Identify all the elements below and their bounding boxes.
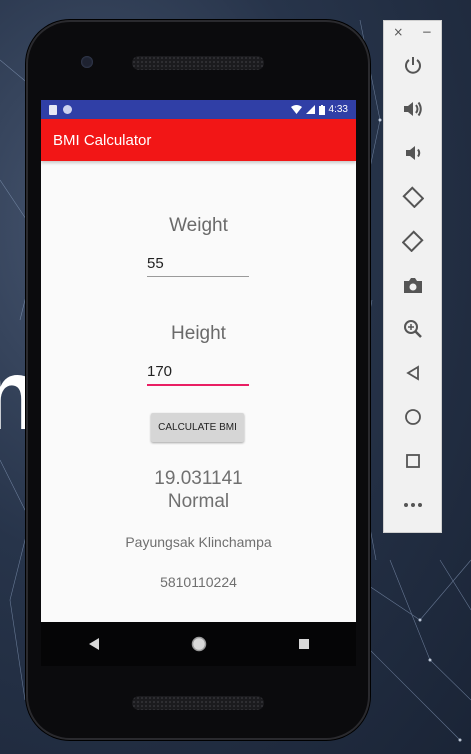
wifi-icon <box>290 105 302 114</box>
main-content: Weight Height CALCULATE BMI 19.031141 No… <box>41 161 356 622</box>
more-button[interactable] <box>384 483 441 527</box>
phone-frame: 4:33 BMI Calculator Weight Height CALCUL… <box>26 20 370 740</box>
height-input[interactable] <box>147 360 249 386</box>
calculate-bmi-button[interactable]: CALCULATE BMI <box>151 413 244 442</box>
app-bar: BMI Calculator <box>41 119 356 161</box>
back-icon <box>405 365 419 381</box>
back-triangle-icon <box>88 638 99 650</box>
student-id: 5810110224 <box>160 574 237 590</box>
rotate-left-icon <box>401 186 424 208</box>
bmi-value: 19.031141 <box>154 468 243 489</box>
sd-card-icon <box>49 104 57 115</box>
volume-up-button[interactable] <box>384 87 441 131</box>
minimize-window-button[interactable]: − <box>422 25 432 43</box>
bmi-category: Normal <box>167 491 230 512</box>
screenshot-button[interactable] <box>384 263 441 307</box>
status-time: 4:33 <box>328 104 348 115</box>
app-title: BMI Calculator <box>53 131 152 149</box>
status-bar: 4:33 <box>41 100 356 119</box>
close-window-button[interactable]: × <box>393 25 403 43</box>
android-nav-bar <box>41 622 356 666</box>
zoom-button[interactable] <box>384 307 441 351</box>
rotate-right-button[interactable] <box>384 219 441 263</box>
author-name: Payungsak Klinchampa <box>125 534 272 550</box>
front-camera <box>81 56 93 68</box>
more-icon <box>403 503 422 507</box>
home-circle-icon <box>191 636 206 652</box>
top-speaker <box>132 56 264 70</box>
sync-icon <box>63 105 72 114</box>
overview-square-icon <box>298 639 309 649</box>
bottom-speaker <box>132 696 264 710</box>
home-button[interactable] <box>384 395 441 439</box>
overview-icon <box>405 454 420 468</box>
rotate-left-button[interactable] <box>384 175 441 219</box>
weight-input[interactable] <box>147 252 249 277</box>
nav-overview-button[interactable] <box>284 629 324 659</box>
power-button[interactable] <box>384 43 441 87</box>
phone-screen: 4:33 BMI Calculator Weight Height CALCUL… <box>41 100 356 622</box>
weight-label: Weight <box>169 215 228 236</box>
nav-back-button[interactable] <box>74 629 114 659</box>
nav-home-button[interactable] <box>179 629 219 659</box>
height-label: Height <box>171 323 226 344</box>
rotate-right-icon <box>401 230 424 252</box>
power-icon <box>404 57 421 74</box>
battery-icon <box>318 104 325 115</box>
zoom-icon <box>403 320 422 338</box>
emulator-control-panel: × − <box>383 20 442 533</box>
volume-down-icon <box>405 146 420 160</box>
overview-button[interactable] <box>384 439 441 483</box>
volume-down-button[interactable] <box>384 131 441 175</box>
back-button[interactable] <box>384 351 441 395</box>
camera-icon <box>403 278 422 293</box>
signal-icon <box>305 105 315 114</box>
volume-up-icon <box>403 101 422 117</box>
home-icon <box>404 409 421 425</box>
